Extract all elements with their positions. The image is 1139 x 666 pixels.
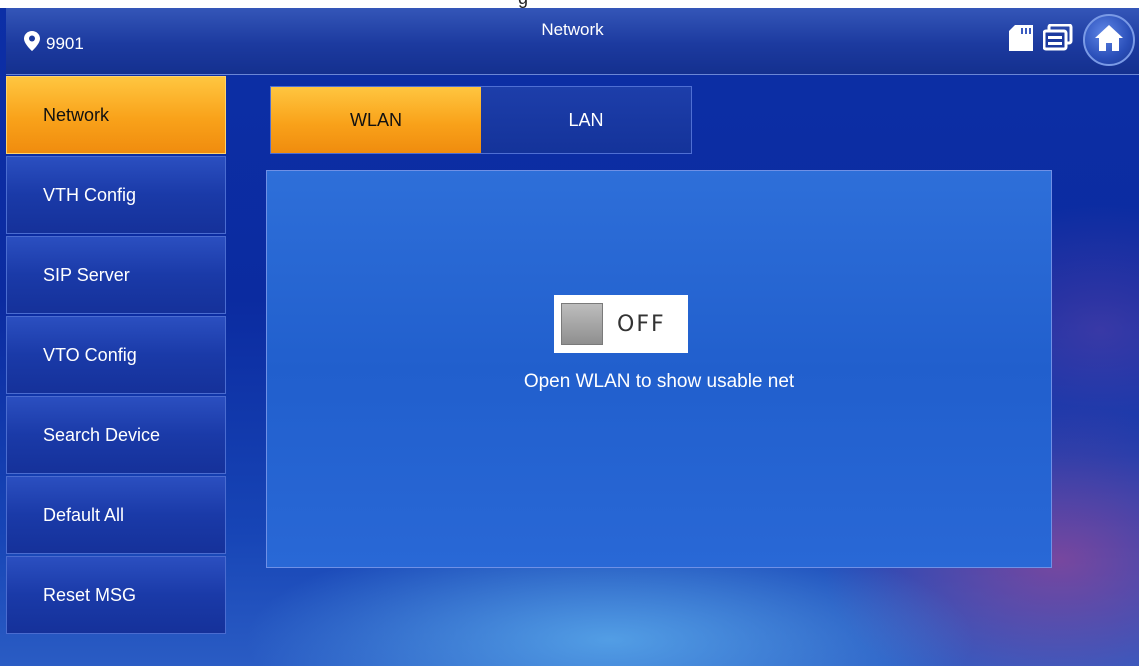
tab-label: LAN <box>568 109 604 130</box>
status-icons <box>1009 14 1139 66</box>
home-button[interactable] <box>1083 14 1135 66</box>
sidebar-item-label: Network <box>43 104 110 125</box>
sidebar-item-search-device[interactable]: Search Device <box>6 396 226 474</box>
sidebar-item-label: Default All <box>43 504 125 525</box>
tab-wlan[interactable]: WLAN <box>271 87 481 153</box>
screen-title: Network <box>541 20 604 39</box>
sidebar-item-network[interactable]: Network <box>6 76 226 154</box>
screen: g 9901 Network <box>0 0 1139 666</box>
sidebar-item-reset-msg[interactable]: Reset MSG <box>6 556 226 634</box>
sidebar-item-label: Search Device <box>43 424 161 445</box>
page-title-fragment: g <box>518 0 528 8</box>
network-tabs: WLAN LAN <box>270 86 692 154</box>
wlan-hint: Open WLAN to show usable net <box>523 371 795 392</box>
message-icon[interactable] <box>1042 23 1073 57</box>
toggle-state: OFF <box>617 311 666 337</box>
sidebar-item-label: SIP Server <box>43 264 130 285</box>
sd-card-icon <box>1009 24 1033 56</box>
wlan-toggle[interactable]: OFF <box>554 295 688 353</box>
status-bar: 9901 Network <box>6 8 1139 75</box>
sidebar-item-label: VTH Config <box>43 184 137 205</box>
sidebar-item-vto-config[interactable]: VTO Config <box>6 316 226 394</box>
home-icon <box>1094 24 1124 57</box>
wlan-panel: OFF Open WLAN to show usable net <box>266 170 1052 568</box>
sidebar-item-vth-config[interactable]: VTH Config <box>6 156 226 234</box>
tab-label: WLAN <box>349 109 402 130</box>
sidebar-item-sip-server[interactable]: SIP Server <box>6 236 226 314</box>
sidebar-item-default-all[interactable]: Default All <box>6 476 226 554</box>
sidebar-item-label: Reset MSG <box>43 584 137 605</box>
sidebar-item-label: VTO Config <box>43 344 137 365</box>
tab-lan[interactable]: LAN <box>481 87 691 153</box>
sidebar: Network VTH Config SIP Server VTO Config… <box>6 76 226 636</box>
page-top-title: g <box>0 0 1139 8</box>
toggle-knob <box>561 303 603 345</box>
